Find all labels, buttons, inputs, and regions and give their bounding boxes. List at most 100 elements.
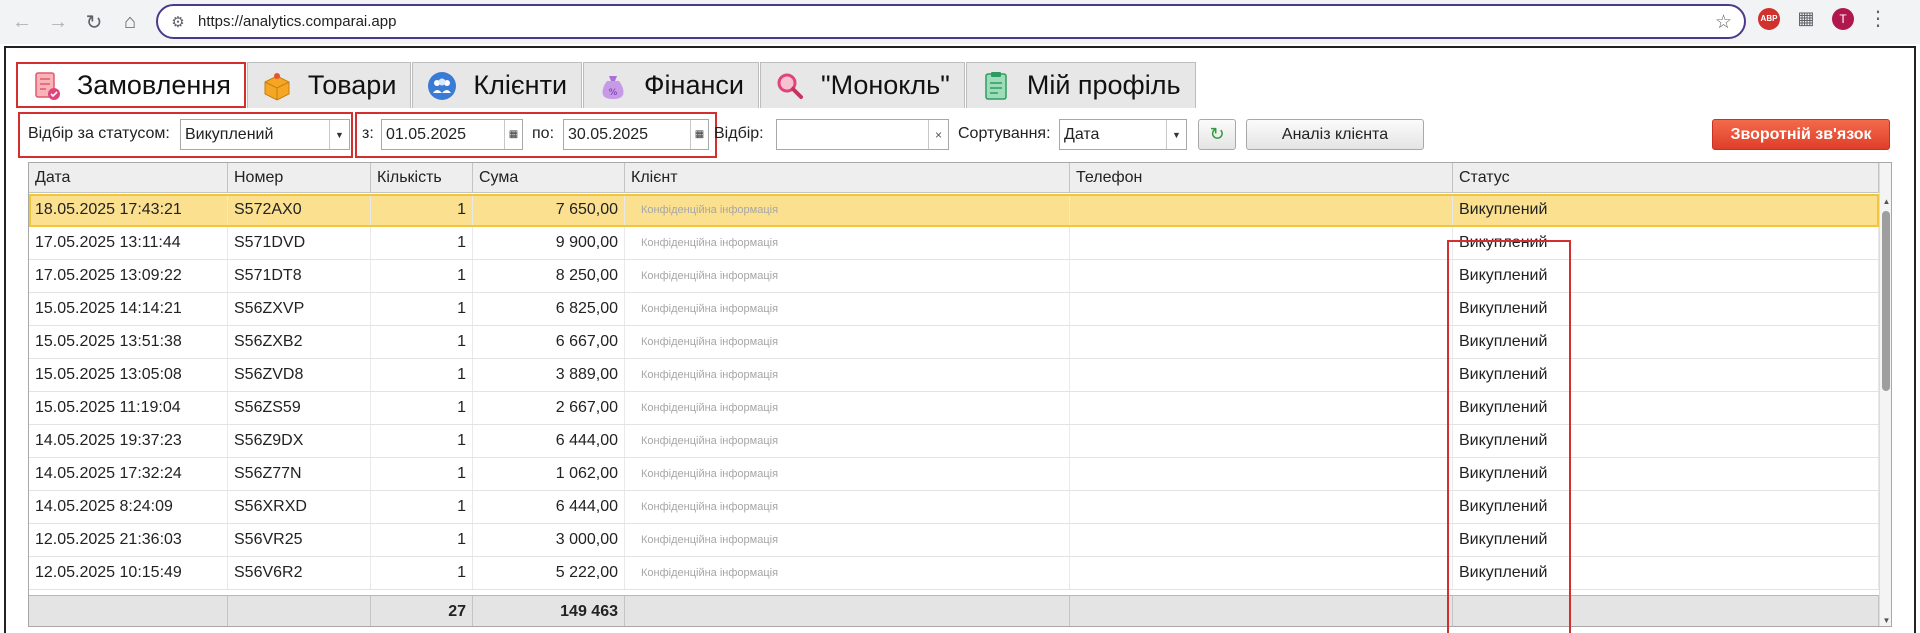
column-header-client[interactable]: Клієнт [625, 163, 1070, 193]
table-row[interactable]: 15.05.2025 13:05:08 S56ZVD8 1 3 889,00 Конфі… [29, 359, 1879, 392]
tab-clients[interactable]: Клієнти [412, 62, 583, 108]
address-bar[interactable]: ⚙ https://analytics.comparai.app ☆ [156, 4, 1746, 39]
cell-client: Конфіденційна інформація [625, 557, 1070, 589]
main-tabs: Замовлення Товари Клієнти % Фінанси "Мон… [16, 62, 1197, 108]
text-filter-input[interactable]: × [776, 119, 949, 150]
scroll-up-icon[interactable]: ▲ [1880, 195, 1891, 209]
vertical-scrollbar[interactable]: ▲ ▼ [1879, 163, 1891, 626]
cell-date: 12.05.2025 10:15:49 [29, 557, 228, 589]
table-row[interactable]: 14.05.2025 17:32:24 S56Z77N 1 1 062,00 Конфі… [29, 458, 1879, 491]
scroll-thumb[interactable] [1882, 211, 1890, 391]
filter-bar: Відбір за статусом: Викуплений ▼ з: 01.0… [6, 108, 1914, 158]
cell-status: Викуплений [1453, 557, 1879, 589]
feedback-button[interactable]: Зворотній зв'язок [1712, 119, 1890, 150]
table-row[interactable]: 17.05.2025 13:09:22 S571DT8 1 8 250,00 Конфі… [29, 260, 1879, 293]
cell-date: 15.05.2025 13:05:08 [29, 359, 228, 391]
tab-profile[interactable]: Мій профіль [965, 62, 1196, 108]
avatar[interactable]: T [1832, 7, 1854, 30]
cell-status: Викуплений [1453, 260, 1879, 292]
chevron-down-icon[interactable]: ▼ [329, 120, 349, 149]
cell-status: Викуплений [1453, 491, 1879, 523]
cell-sum: 7 650,00 [473, 194, 625, 226]
cell-client: Конфіденційна інформація [625, 359, 1070, 391]
clients-icon [425, 69, 459, 103]
cell-quantity: 1 [371, 524, 473, 556]
chevron-down-icon[interactable]: ▼ [1166, 120, 1186, 149]
column-header-status[interactable]: Статус [1453, 163, 1879, 193]
table-row[interactable]: 15.05.2025 13:51:38 S56ZXB2 1 6 667,00 Конфі… [29, 326, 1879, 359]
more-menu-icon[interactable]: ⋮ [1868, 6, 1888, 31]
tab-label: Клієнти [473, 70, 568, 100]
tab-label: Фінанси [644, 70, 744, 100]
cell-status: Викуплений [1453, 326, 1879, 358]
table-row[interactable]: 15.05.2025 11:19:04 S56ZS59 1 2 667,00 Конфі… [29, 392, 1879, 425]
cell-date: 15.05.2025 11:19:04 [29, 392, 228, 424]
sort-label: Сортування: [958, 125, 1051, 142]
refresh-button[interactable]: ↻ [1198, 119, 1236, 150]
back-icon[interactable]: ← [4, 4, 40, 40]
orders-table: Дата Номер Кількість Сума Клієнт Телефон… [28, 162, 1892, 627]
cell-date: 12.05.2025 21:36:03 [29, 524, 228, 556]
cell-quantity: 1 [371, 194, 473, 226]
cell-sum: 6 444,00 [473, 491, 625, 523]
cell-client: Конфіденційна інформація [625, 524, 1070, 556]
adblock-icon[interactable]: ABP [1758, 7, 1780, 30]
scroll-down-icon[interactable]: ▼ [1880, 614, 1891, 626]
column-header-phone[interactable]: Телефон [1070, 163, 1453, 193]
cell-phone [1070, 425, 1453, 457]
cell-client: Конфіденційна інформація [625, 260, 1070, 292]
cell-quantity: 1 [371, 425, 473, 457]
column-header-date[interactable]: Дата [29, 163, 228, 193]
bookmark-star-icon[interactable]: ☆ [1715, 11, 1732, 34]
table-footer: 27 149 463 [29, 595, 1879, 626]
text-filter-label: Відбір: [714, 125, 764, 142]
calendar-icon[interactable]: ▦ [504, 120, 522, 149]
calendar-icon[interactable]: ▦ [690, 120, 708, 149]
client-analysis-button[interactable]: Аналіз клієнта [1246, 119, 1424, 150]
table-row[interactable]: 18.05.2025 17:43:21 S572AX0 1 7 650,00 Конфі… [29, 194, 1879, 227]
table-row[interactable]: 14.05.2025 8:24:09 S56XRXD 1 6 444,00 Конфід… [29, 491, 1879, 524]
cell-sum: 3 889,00 [473, 359, 625, 391]
cell-client: Конфіденційна інформація [625, 425, 1070, 457]
table-row[interactable]: 14.05.2025 19:37:23 S56Z9DX 1 6 444,00 Конфі… [29, 425, 1879, 458]
clear-icon[interactable]: × [928, 120, 948, 149]
table-row[interactable]: 12.05.2025 21:36:03 S56VR25 1 3 000,00 Конфі… [29, 524, 1879, 557]
cell-sum: 2 667,00 [473, 392, 625, 424]
cell-number: S56ZXVP [228, 293, 371, 325]
cell-client: Конфіденційна інформація [625, 326, 1070, 358]
tab-finance[interactable]: % Фінанси [583, 62, 759, 108]
cell-number: S571DT8 [228, 260, 371, 292]
cell-quantity: 1 [371, 260, 473, 292]
cell-client: Конфіденційна інформація [625, 458, 1070, 490]
cell-status: Викуплений [1453, 359, 1879, 391]
date-from-input[interactable]: 01.05.2025 ▦ [381, 119, 523, 150]
cell-sum: 6 444,00 [473, 425, 625, 457]
sort-select[interactable]: Дата ▼ [1059, 119, 1187, 150]
tab-products[interactable]: Товари [246, 62, 412, 108]
table-row[interactable]: 17.05.2025 13:11:44 S571DVD 1 9 900,00 Конфі… [29, 227, 1879, 260]
site-info-icon[interactable]: ⚙ [158, 13, 198, 31]
orders-icon [29, 69, 63, 103]
tab-monocle[interactable]: "Монокль" [759, 62, 965, 108]
reload-icon[interactable]: ↻ [76, 4, 112, 40]
home-icon[interactable]: ⌂ [112, 4, 148, 40]
date-to-input[interactable]: 30.05.2025 ▦ [563, 119, 709, 150]
cell-sum: 1 062,00 [473, 458, 625, 490]
cell-client: Конфіденційна інформація [625, 392, 1070, 424]
tab-orders[interactable]: Замовлення [16, 62, 246, 108]
status-select[interactable]: Викуплений ▼ [180, 119, 350, 150]
cell-number: S56ZS59 [228, 392, 371, 424]
column-header-quantity[interactable]: Кількість [371, 163, 473, 193]
table-body: 18.05.2025 17:43:21 S572AX0 1 7 650,00 Конфі… [29, 194, 1879, 590]
column-header-sum[interactable]: Сума [473, 163, 625, 193]
date-to-label: по: [532, 125, 555, 142]
column-header-number[interactable]: Номер [228, 163, 371, 193]
extensions-icon[interactable]: ▦ [1794, 7, 1818, 31]
cell-number: S56ZXB2 [228, 326, 371, 358]
cell-phone [1070, 359, 1453, 391]
table-row[interactable]: 12.05.2025 10:15:49 S56V6R2 1 5 222,00 Конфі… [29, 557, 1879, 590]
cell-status: Викуплений [1453, 227, 1879, 259]
date-from-value: 01.05.2025 [386, 125, 467, 143]
table-row[interactable]: 15.05.2025 14:14:21 S56ZXVP 1 6 825,00 Конфі… [29, 293, 1879, 326]
forward-icon[interactable]: → [40, 4, 76, 40]
